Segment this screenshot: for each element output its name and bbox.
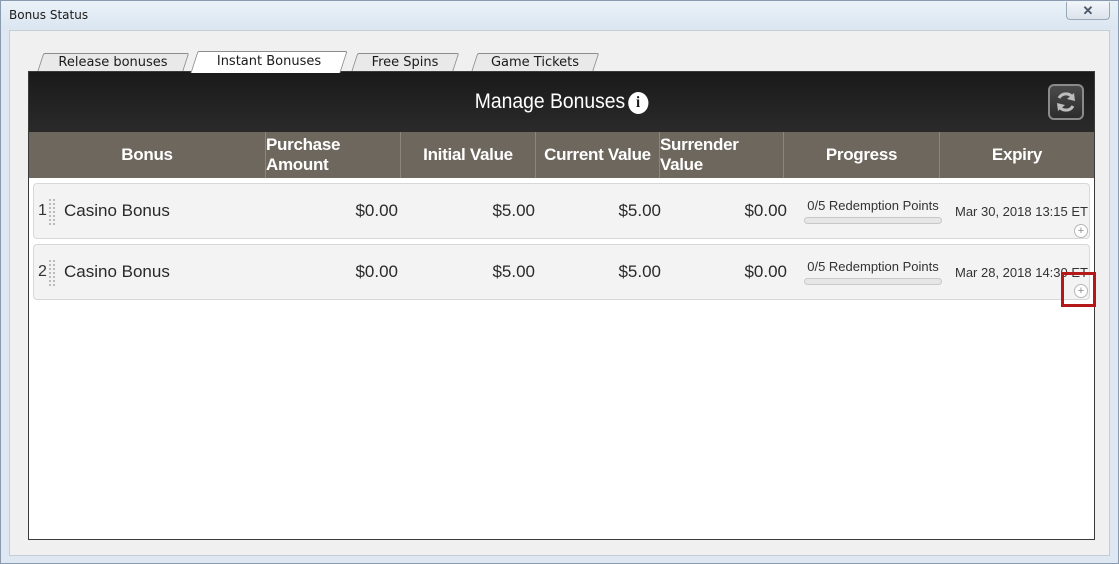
panel-title-text: Manage Bonuses [474,90,626,113]
row-number: 2 [38,263,47,280]
progress-bar [804,278,942,285]
bonus-panel: Manage Bonuses i Bonus Purchase Amount In… [28,71,1095,540]
column-header-surrender-value[interactable]: Surrender Value [660,132,784,178]
drag-handle-icon[interactable] [48,198,56,226]
bonus-name: Casino Bonus [64,201,170,220]
close-button[interactable]: ✕ [1066,2,1110,20]
initial-value: $5.00 [492,201,535,220]
refresh-icon [1057,92,1075,112]
column-header-expiry[interactable]: Expiry [940,132,1094,178]
close-icon: ✕ [1082,2,1094,18]
row-number: 1 [38,202,47,219]
tab-label: Instant Bonuses [216,54,322,69]
column-header-progress[interactable]: Progress [784,132,940,178]
tab-label: Free Spins [371,55,439,70]
surrender-value: $0.00 [744,262,787,281]
column-header-initial-value[interactable]: Initial Value [401,132,536,178]
tab-game-tickets[interactable]: Game Tickets [470,53,600,73]
surrender-value: $0.00 [744,201,787,220]
plus-icon: + [1077,284,1085,297]
bonus-name: Casino Bonus [64,262,170,281]
bonus-status-window: Bonus Status ✕ Release bonuses Instant B… [0,0,1119,564]
tab-instant-bonuses[interactable]: Instant Bonuses [190,51,348,73]
current-value: $5.00 [618,262,661,281]
tab-label: Release bonuses [58,55,168,70]
plus-icon: + [1077,224,1085,237]
expiry-date: Mar 30, 2018 13:15 ET [955,204,1088,219]
column-header-current-value[interactable]: Current Value [536,132,660,178]
panel-title: Manage Bonuses i [72,90,1052,114]
purchase-amount: $0.00 [355,262,398,281]
refresh-button[interactable] [1048,84,1084,120]
initial-value: $5.00 [492,262,535,281]
current-value: $5.00 [618,201,661,220]
progress-text: 0/5 Redemption Points [807,259,939,274]
manage-bonuses-bar: Manage Bonuses i [29,72,1094,132]
client-area: Release bonuses Instant Bonuses Free Spi… [9,30,1110,556]
expand-button[interactable]: + [1074,224,1088,238]
tab-label: Game Tickets [490,55,580,70]
expiry-date: Mar 28, 2018 14:30 ET [955,265,1088,280]
column-header-purchase-amount[interactable]: Purchase Amount [266,132,401,178]
progress-bar [804,217,942,224]
progress-text: 0/5 Redemption Points [807,198,939,213]
table-row[interactable]: 1 Casino Bonus $0.00 $5.00 $5.00 $0.00 0… [33,183,1090,239]
window-title: Bonus Status [9,8,89,22]
title-bar[interactable]: Bonus Status ✕ [1,1,1118,29]
tab-free-spins[interactable]: Free Spins [350,53,460,73]
table-header: Bonus Purchase Amount Initial Value Curr… [29,132,1094,178]
purchase-amount: $0.00 [355,201,398,220]
table-row[interactable]: 2 Casino Bonus $0.00 $5.00 $5.00 $0.00 0… [33,244,1090,300]
expand-button[interactable]: + [1074,284,1088,298]
column-header-bonus[interactable]: Bonus [29,132,266,178]
drag-handle-icon[interactable] [48,259,56,287]
tab-release-bonuses[interactable]: Release bonuses [36,53,190,73]
info-icon[interactable]: i [627,92,649,114]
